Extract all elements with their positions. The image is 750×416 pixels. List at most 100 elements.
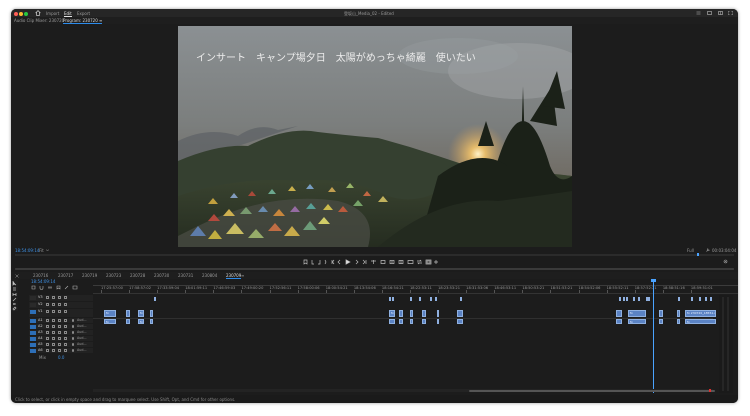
a1-audio-clip[interactable] — [457, 319, 463, 324]
v3-marker-clip[interactable] — [633, 296, 635, 301]
chevron-down-icon[interactable] — [46, 249, 49, 252]
a1-audio-clip[interactable] — [422, 319, 426, 324]
settings-icon[interactable] — [723, 259, 728, 264]
v1-video-clip[interactable] — [399, 310, 403, 317]
wrench-icon[interactable] — [706, 248, 710, 252]
microphone-icon[interactable] — [72, 349, 74, 352]
track-header-a1[interactable]: A1 Aud... — [29, 318, 93, 323]
a1-audio-clip[interactable] — [437, 319, 439, 324]
v1-video-clip[interactable] — [126, 310, 130, 317]
v1-video-clip[interactable] — [457, 310, 463, 317]
v3-marker-clip[interactable] — [678, 296, 680, 301]
track-target-toggle[interactable] — [30, 318, 36, 323]
quick-actions-icon[interactable] — [696, 11, 701, 15]
track-header-a6[interactable]: A6 Aud... — [29, 348, 93, 353]
lock-icon[interactable] — [46, 310, 49, 313]
lock-icon[interactable] — [46, 319, 49, 322]
track-target-toggle[interactable] — [30, 348, 36, 353]
a1-audio-clip[interactable]: fx — [685, 319, 716, 324]
track-target-toggle[interactable] — [30, 309, 36, 314]
a1-audio-clip[interactable] — [410, 319, 413, 324]
monitor-scrub-bar[interactable] — [15, 254, 734, 256]
mute-icon[interactable] — [58, 337, 61, 340]
solo-icon[interactable] — [64, 325, 67, 328]
v1-video-clip[interactable]: fx — [628, 310, 646, 317]
a1-audio-clip[interactable]: fx — [138, 319, 144, 324]
panel-layout-icon[interactable] — [718, 11, 723, 15]
mute-icon[interactable] — [58, 325, 61, 328]
a1-audio-clip[interactable] — [389, 319, 395, 324]
v3-marker-clip[interactable] — [699, 296, 701, 301]
lock-icon[interactable] — [46, 337, 49, 340]
track-target-toggle[interactable] — [30, 324, 36, 329]
track-target-toggle[interactable] — [30, 342, 36, 347]
sync-icon[interactable] — [52, 319, 55, 322]
eye-icon[interactable] — [58, 303, 61, 306]
v3-marker-clip[interactable] — [392, 296, 394, 301]
eye-icon[interactable] — [58, 296, 61, 299]
sync-icon[interactable] — [52, 343, 55, 346]
sync-icon[interactable] — [52, 349, 55, 352]
v3-marker-clip[interactable] — [435, 296, 437, 301]
mute-icon[interactable] — [58, 331, 61, 334]
track-header-v3[interactable]: V3 — [29, 295, 93, 301]
solo-icon[interactable] — [64, 331, 67, 334]
tab-audio-clip-mixer[interactable]: Audio Clip Mixer: 230720 — [14, 18, 64, 23]
v3-marker-clip[interactable] — [389, 296, 391, 301]
v1-video-clip[interactable] — [616, 310, 622, 317]
microphone-icon[interactable] — [72, 325, 74, 328]
mute-icon[interactable] — [58, 319, 61, 322]
track-target-toggle[interactable] — [30, 330, 36, 335]
lock-icon[interactable] — [46, 343, 49, 346]
mute-icon[interactable] — [58, 343, 61, 346]
seq-tab-230730[interactable]: 230730 — [154, 273, 169, 278]
program-video-frame[interactable]: インサート キャンプ場夕日 太陽がめっちゃ綺麗 使いたい — [178, 26, 572, 247]
seq-tab-230728[interactable]: 230728 — [130, 273, 145, 278]
v3-marker-clip[interactable] — [648, 296, 650, 301]
microphone-icon[interactable] — [72, 343, 74, 346]
v1-video-clip[interactable]: fx 230720_18551.mp4 — [685, 310, 716, 317]
a1-audio-clip[interactable] — [616, 319, 622, 324]
menu-export[interactable]: Export — [77, 11, 90, 16]
v1-video-clip[interactable]: fx — [104, 310, 116, 317]
seq-tab-230719[interactable]: 230719 — [82, 273, 97, 278]
track-target-toggle[interactable] — [30, 336, 36, 341]
lock-icon[interactable] — [46, 349, 49, 352]
timeline-scroll-thumb[interactable] — [469, 389, 715, 392]
a1-audio-clip[interactable] — [399, 319, 403, 324]
a1-audio-clip[interactable] — [126, 319, 130, 324]
v1-video-clip[interactable]: fx — [389, 310, 395, 317]
close-window-button[interactable] — [14, 12, 18, 16]
v1-video-clip[interactable] — [422, 310, 426, 317]
film-icon[interactable] — [64, 303, 67, 306]
lock-icon[interactable] — [46, 303, 49, 306]
microphone-icon[interactable] — [72, 337, 74, 340]
zoom-fit-select[interactable]: Fit — [39, 248, 44, 253]
v1-video-clip[interactable] — [659, 310, 663, 317]
zoom-window-button[interactable] — [24, 12, 28, 16]
sync-icon[interactable] — [52, 331, 55, 334]
solo-icon[interactable] — [64, 337, 67, 340]
v3-marker-clip[interactable] — [638, 296, 640, 301]
v3-marker-clip[interactable] — [623, 296, 625, 301]
playhead-handle[interactable] — [651, 279, 656, 282]
sync-icon[interactable] — [52, 325, 55, 328]
v3-marker-clip[interactable] — [626, 296, 628, 301]
track-target-toggle[interactable] — [30, 302, 36, 307]
track-header-a4[interactable]: A4 Aud... — [29, 336, 93, 341]
timeline-timecode[interactable]: 18:54:09:14 — [31, 279, 55, 284]
minimize-window-button[interactable] — [19, 12, 23, 16]
microphone-icon[interactable] — [72, 319, 74, 322]
v3-marker-clip[interactable] — [410, 296, 412, 301]
timeline-playhead[interactable] — [653, 279, 654, 393]
v1-video-clip[interactable] — [437, 310, 439, 317]
seq-tab-230804[interactable]: 230804 — [202, 273, 217, 278]
film-icon[interactable] — [64, 310, 67, 313]
menu-edit[interactable]: Edit — [64, 11, 72, 17]
playback-quality-select[interactable]: Full — [687, 248, 694, 253]
solo-icon[interactable] — [64, 319, 67, 322]
v3-marker-clip[interactable] — [154, 296, 156, 301]
v3-marker-clip[interactable] — [430, 296, 432, 301]
fullscreen-icon[interactable] — [728, 11, 733, 15]
monitor-zoom-scrollbar[interactable] — [15, 268, 734, 270]
